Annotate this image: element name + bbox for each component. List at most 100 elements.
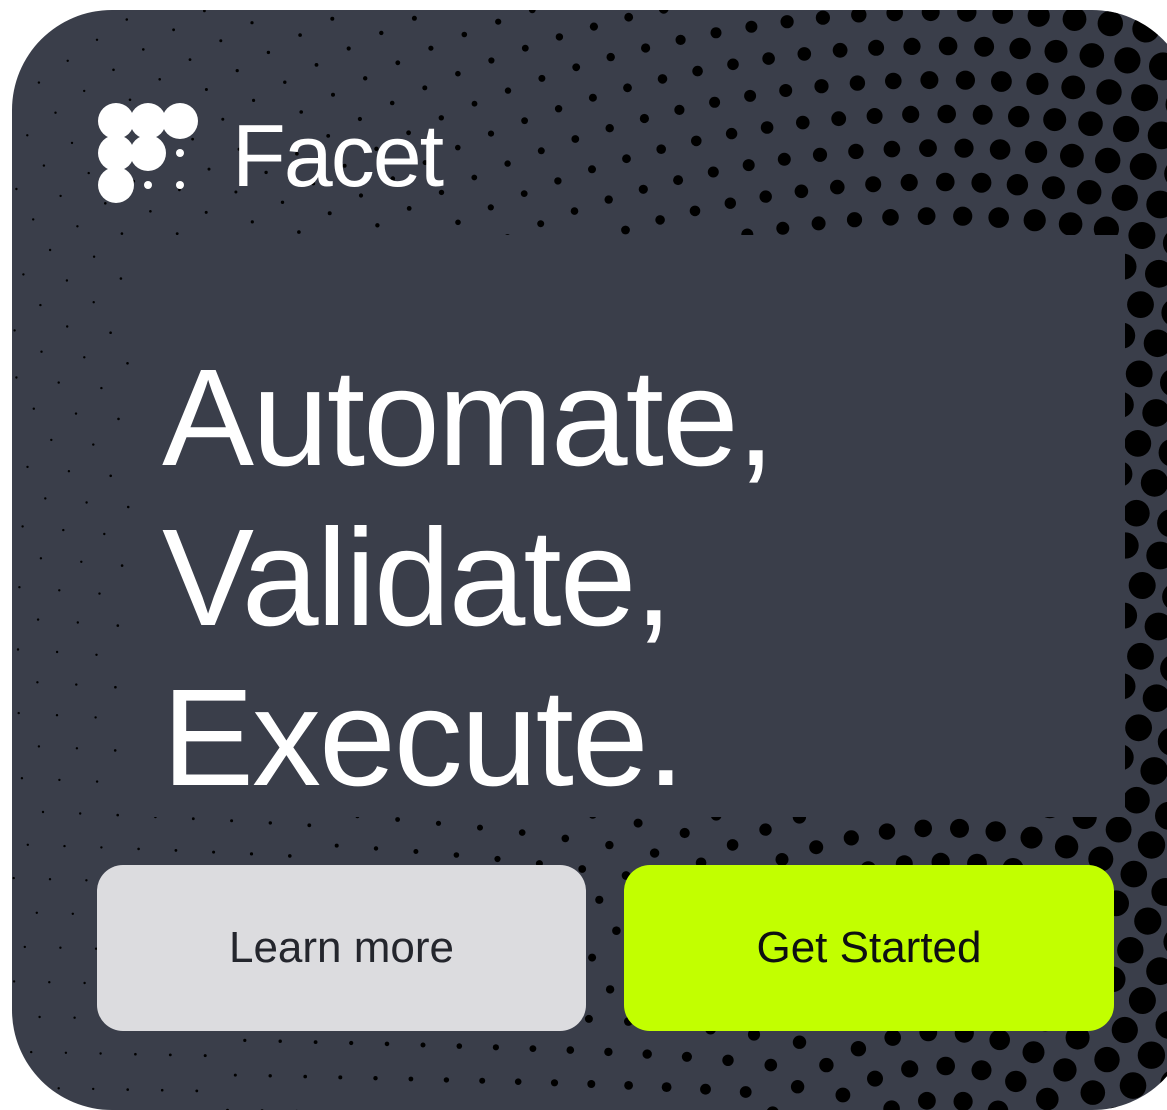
pattern-dot xyxy=(349,1041,353,1045)
pattern-dot xyxy=(73,1017,75,1019)
pattern-dot xyxy=(662,1082,672,1092)
pattern-dot xyxy=(26,466,28,468)
pattern-dot xyxy=(68,470,70,472)
pattern-dot xyxy=(711,27,722,38)
pattern-dot xyxy=(833,43,848,58)
pattern-dot xyxy=(1128,222,1155,249)
get-started-button[interactable]: Get Started xyxy=(624,865,1114,1031)
pattern-dot xyxy=(760,190,772,202)
brand-logo[interactable]: Facet xyxy=(96,96,442,216)
pattern-dot xyxy=(1140,757,1167,785)
pattern-dot xyxy=(744,90,756,102)
pattern-dot xyxy=(920,71,938,89)
pattern-dot xyxy=(488,131,494,137)
pattern-dot xyxy=(830,180,845,195)
pattern-dot xyxy=(658,74,668,84)
pattern-dot xyxy=(1143,684,1167,712)
pattern-dot xyxy=(77,621,79,623)
learn-more-button[interactable]: Learn more xyxy=(97,865,586,1031)
pattern-dot xyxy=(379,31,383,35)
pattern-dot xyxy=(1163,928,1167,957)
pattern-dot xyxy=(109,475,112,478)
pattern-dot xyxy=(682,1052,692,1062)
pattern-dot xyxy=(954,1092,973,1110)
pattern-dot xyxy=(30,1051,32,1053)
pattern-dot xyxy=(212,851,215,854)
pattern-dot xyxy=(175,849,178,852)
pattern-dot xyxy=(100,846,102,848)
pattern-dot xyxy=(1148,122,1167,150)
pattern-dot xyxy=(655,215,665,225)
pattern-dot xyxy=(957,10,976,22)
pattern-dot xyxy=(40,557,42,559)
pattern-dot xyxy=(158,78,161,81)
pattern-dot xyxy=(762,52,775,65)
pattern-dot xyxy=(692,66,703,77)
pattern-dot xyxy=(307,823,311,827)
promo-card: Facet Automate, Validate, Execute. Learn… xyxy=(12,10,1167,1110)
pattern-dot xyxy=(49,878,51,880)
pattern-dot xyxy=(338,1075,342,1079)
pattern-dot xyxy=(66,325,68,327)
pattern-dot xyxy=(798,47,812,61)
pattern-dot xyxy=(624,13,633,22)
pattern-dot xyxy=(72,913,74,915)
facet-dots-logo-icon xyxy=(96,101,206,211)
pattern-dot xyxy=(1160,654,1167,683)
pattern-dot xyxy=(1145,260,1167,288)
pattern-dot xyxy=(1043,108,1066,131)
pattern-dot xyxy=(865,176,881,192)
pattern-dot xyxy=(743,159,755,171)
pattern-dot xyxy=(814,79,828,93)
pattern-dot xyxy=(974,37,994,57)
pattern-dot xyxy=(659,10,669,14)
pattern-dot xyxy=(363,76,367,80)
pattern-dot xyxy=(867,108,883,124)
pattern-dot xyxy=(781,15,794,28)
pattern-dot xyxy=(538,147,545,154)
pattern-dot xyxy=(1026,73,1048,95)
pattern-dot xyxy=(85,879,87,881)
pattern-dot xyxy=(868,40,884,56)
pattern-dot xyxy=(883,1100,900,1110)
pattern-dot xyxy=(766,1106,779,1110)
pattern-dot xyxy=(203,10,206,12)
pattern-dot xyxy=(530,1045,537,1052)
pattern-dot xyxy=(1156,1011,1167,1039)
pattern-dot xyxy=(673,175,683,185)
pattern-dot xyxy=(471,175,477,181)
pattern-dot xyxy=(1159,439,1167,467)
pattern-dot xyxy=(623,83,632,92)
pattern-dot xyxy=(395,60,400,65)
pattern-dot xyxy=(37,618,39,620)
pattern-dot xyxy=(851,1041,866,1056)
pattern-dot xyxy=(58,381,60,383)
pattern-dot xyxy=(1163,229,1167,258)
pattern-dot xyxy=(1045,40,1068,63)
pattern-dot xyxy=(1127,643,1154,670)
pattern-dot xyxy=(1053,1058,1076,1081)
pattern-dot xyxy=(1138,831,1165,858)
pattern-dot xyxy=(1123,500,1150,527)
pattern-dot xyxy=(709,97,720,108)
pattern-dot xyxy=(455,220,461,226)
pattern-dot xyxy=(973,105,993,125)
headline-line: Execute. xyxy=(162,658,1062,818)
pattern-dot xyxy=(519,829,526,836)
pattern-dot xyxy=(722,1055,733,1066)
pattern-dot xyxy=(59,947,61,949)
pattern-dot xyxy=(851,10,866,23)
pattern-dot xyxy=(269,1074,272,1077)
pattern-dot xyxy=(674,105,684,115)
pattern-dot xyxy=(195,1090,198,1093)
pattern-dot xyxy=(521,117,528,124)
pattern-dot xyxy=(567,1046,575,1054)
pattern-dot xyxy=(75,683,77,685)
pattern-dot xyxy=(462,32,468,38)
pattern-dot xyxy=(537,220,544,227)
pattern-dot xyxy=(1134,908,1161,935)
pattern-dot xyxy=(1145,613,1167,641)
pattern-dot xyxy=(95,654,97,656)
pattern-dot xyxy=(288,854,292,858)
pattern-dot xyxy=(472,101,478,107)
